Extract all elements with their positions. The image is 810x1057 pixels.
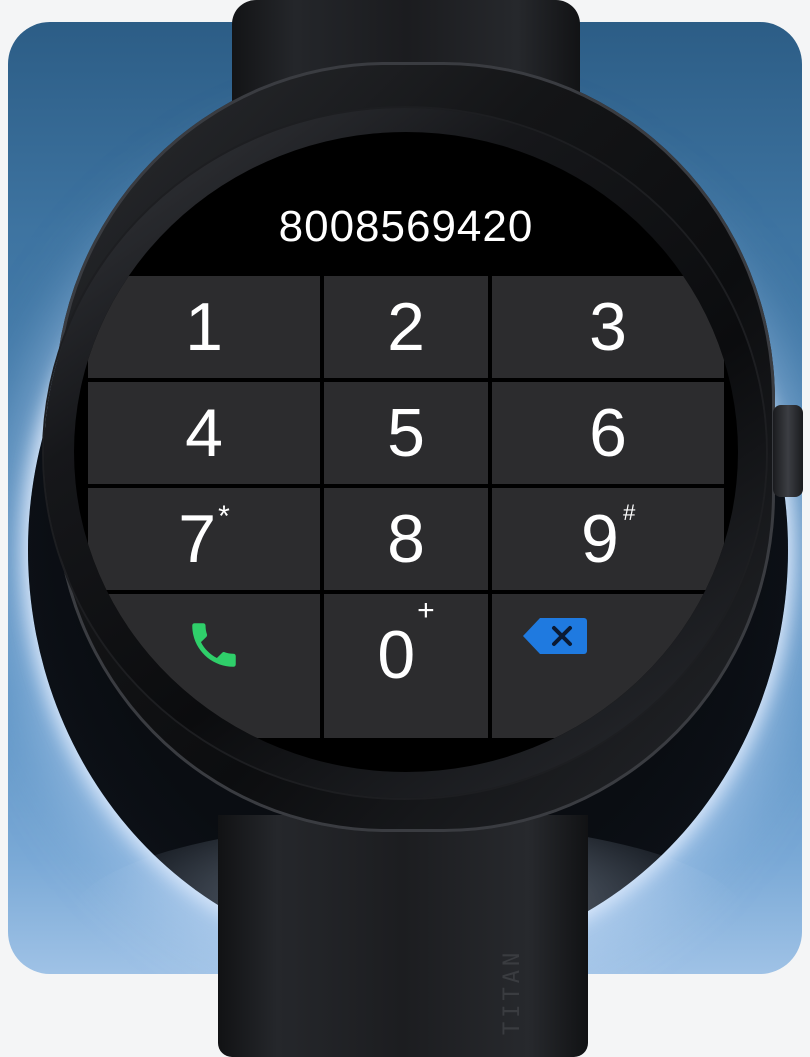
watch-screen: 8008569420 1 2 3 4 5 6 7 * 8 9 # 0 + [74,132,738,772]
key-1[interactable]: 1 [88,276,320,378]
phone-icon [185,616,243,674]
key-9[interactable]: 9 # [492,488,724,590]
key-digit: 8 [387,501,425,577]
key-digit: 6 [589,395,627,471]
key-symbol: + [417,594,435,627]
key-digit: 9 [580,501,619,577]
product-image: TITAN 8008569420 1 2 3 4 5 6 7 * 8 9 # 0… [0,0,810,1057]
key-6[interactable]: 6 [492,382,724,484]
key-digit: 4 [185,395,223,471]
delete-button[interactable] [492,594,724,738]
key-digit: 0 [377,617,416,693]
key-digit: 1 [185,289,223,365]
key-4[interactable]: 4 [88,382,320,484]
key-5[interactable]: 5 [324,382,488,484]
key-3[interactable]: 3 [492,276,724,378]
key-digit: 3 [589,289,627,365]
key-8[interactable]: 8 [324,488,488,590]
backspace-icon [522,616,588,656]
key-symbol: * [218,500,230,533]
key-digit: 7 [178,501,217,577]
key-2[interactable]: 2 [324,276,488,378]
strap-brand-text: TITAN [500,948,525,1035]
dialed-number-display: 8008569420 [278,202,534,251]
call-button[interactable] [88,594,320,738]
watch-crown-button[interactable] [773,405,803,497]
dial-keypad: 1 2 3 4 5 6 7 * 8 9 # 0 + [84,276,728,740]
key-7[interactable]: 7 * [88,488,320,590]
key-digit: 2 [387,289,425,365]
key-0[interactable]: 0 + [324,594,488,738]
key-symbol: # [622,500,636,525]
key-digit: 5 [387,395,425,471]
